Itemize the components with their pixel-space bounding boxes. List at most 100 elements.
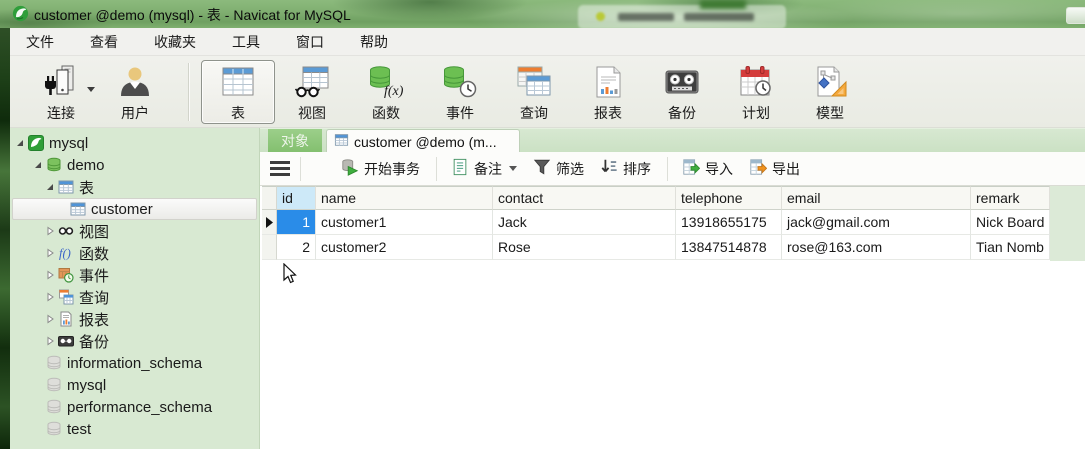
table-icon <box>58 179 75 195</box>
schedule-button[interactable]: 计划 <box>719 60 793 124</box>
tree-item-mysql-schema[interactable]: mysql <box>10 374 259 396</box>
tab-label: customer @demo (m... <box>354 133 497 150</box>
export-icon <box>749 158 768 179</box>
expander-expanded-icon[interactable] <box>14 137 26 149</box>
import-label: 导入 <box>705 160 733 177</box>
sort-label: 排序 <box>623 160 651 177</box>
expander-collapsed-icon[interactable] <box>44 291 56 303</box>
navicat-logo-icon <box>12 5 29 25</box>
column-header-contact[interactable]: contact <box>493 186 676 210</box>
tree-item-demo-database[interactable]: demo <box>10 154 259 176</box>
tabbar: 对象 customer @demo (m... <box>260 128 1085 153</box>
event-icon <box>442 64 478 101</box>
minimize-button[interactable] <box>1066 7 1085 24</box>
model-button[interactable]: 模型 <box>793 60 867 124</box>
connection-dropdown-icon[interactable] <box>87 86 95 92</box>
menu-view[interactable]: 查看 <box>78 28 130 56</box>
table-icon <box>334 133 349 150</box>
queries-button[interactable]: 查询 <box>497 60 571 124</box>
column-header-remark[interactable]: remark <box>971 186 1050 210</box>
user-icon <box>117 64 153 101</box>
tree-item-test-schema[interactable]: test <box>10 418 259 440</box>
expander-collapsed-icon[interactable] <box>44 269 56 281</box>
sort-icon <box>600 158 618 179</box>
tree-item-label: mysql <box>49 134 89 152</box>
tree-item-views-folder[interactable]: 视图 <box>10 220 259 242</box>
grid-corner[interactable] <box>262 186 277 210</box>
row-indicator[interactable] <box>262 235 277 260</box>
views-button[interactable]: 视图 <box>275 60 349 124</box>
expander-collapsed-icon[interactable] <box>44 247 56 259</box>
cell-telephone[interactable]: 13847514878 <box>676 235 782 260</box>
connection-tree: mysql demo 表 customer 视图 f() 函数 事件 查询 报表… <box>10 128 260 449</box>
connection-button[interactable]: 连接 <box>24 60 98 124</box>
menu-tools[interactable]: 工具 <box>220 28 272 56</box>
cell-id[interactable]: 1 <box>277 210 316 235</box>
backup-label: 备份 <box>668 104 696 121</box>
tree-item-label: 备份 <box>79 333 110 351</box>
memo-dropdown-icon[interactable] <box>509 166 517 171</box>
tree-item-reports-folder[interactable]: 报表 <box>10 308 259 330</box>
cell-remark[interactable]: Nick Board <box>971 210 1050 235</box>
desktop-edge <box>0 28 10 449</box>
reports-button[interactable]: 报表 <box>571 60 645 124</box>
expander-collapsed-icon[interactable] <box>44 335 56 347</box>
tree-item-tables-folder[interactable]: 表 <box>10 176 259 198</box>
tables-button[interactable]: 表 <box>201 59 275 124</box>
column-header-id[interactable]: id <box>277 186 316 210</box>
cell-remark[interactable]: Tian Nomb <box>971 235 1050 260</box>
cell-id[interactable]: 2 <box>277 235 316 260</box>
cell-name[interactable]: customer2 <box>316 235 493 260</box>
tab-customer-table[interactable]: customer @demo (m... <box>326 129 520 153</box>
begin-transaction-button[interactable]: 开始事务 <box>333 155 428 183</box>
events-button[interactable]: 事件 <box>423 60 497 124</box>
column-header-name[interactable]: name <box>316 186 493 210</box>
expander-expanded-icon[interactable] <box>32 159 44 171</box>
memo-button[interactable]: 备注 <box>443 155 525 183</box>
import-button[interactable]: 导入 <box>674 155 741 183</box>
menu-icon[interactable] <box>270 161 290 176</box>
row-indicator[interactable] <box>262 210 277 235</box>
cell-telephone[interactable]: 13918655175 <box>676 210 782 235</box>
cell-email[interactable]: jack@gmail.com <box>782 210 971 235</box>
tree-item-events-folder[interactable]: 事件 <box>10 264 259 286</box>
cell-email[interactable]: rose@163.com <box>782 235 971 260</box>
menu-help[interactable]: 帮助 <box>348 28 400 56</box>
menu-window[interactable]: 窗口 <box>284 28 336 56</box>
cell-contact[interactable]: Jack <box>493 210 676 235</box>
reports-label: 报表 <box>594 104 622 121</box>
tree-item-performance-schema[interactable]: performance_schema <box>10 396 259 418</box>
column-header-email[interactable]: email <box>782 186 971 210</box>
cell-contact[interactable]: Rose <box>493 235 676 260</box>
user-button[interactable]: 用户 <box>98 60 172 124</box>
grid-toolbar-separator <box>436 156 437 181</box>
menu-file[interactable]: 文件 <box>14 28 66 56</box>
views-label: 视图 <box>298 104 326 121</box>
tree-item-functions-folder[interactable]: f() 函数 <box>10 242 259 264</box>
expander-placeholder <box>32 423 44 435</box>
tree-item-mysql-connection[interactable]: mysql <box>10 132 259 154</box>
tree-item-queries-folder[interactable]: 查询 <box>10 286 259 308</box>
report-icon <box>58 311 75 327</box>
tree-item-customer-table[interactable]: customer <box>10 198 259 220</box>
expander-collapsed-icon[interactable] <box>44 225 56 237</box>
tree-item-information-schema[interactable]: information_schema <box>10 352 259 374</box>
expander-collapsed-icon[interactable] <box>44 313 56 325</box>
sort-button[interactable]: 排序 <box>592 155 659 183</box>
tree-item-backup-folder[interactable]: 备份 <box>10 330 259 352</box>
column-header-telephone[interactable]: telephone <box>676 186 782 210</box>
grid-toolbar: 开始事务 备注 筛选 排序 导入 导出 <box>260 152 1085 186</box>
svg-text:f(x): f(x) <box>384 84 404 99</box>
functions-button[interactable]: f(x) 函数 <box>349 60 423 124</box>
menu-favorites[interactable]: 收藏夹 <box>142 28 208 56</box>
function-icon: f() <box>58 245 75 261</box>
tables-label: 表 <box>231 104 245 121</box>
memo-icon <box>451 158 469 179</box>
tab-objects[interactable]: 对象 <box>268 129 322 153</box>
expander-expanded-icon[interactable] <box>44 181 56 193</box>
export-button[interactable]: 导出 <box>741 155 808 183</box>
backup-button[interactable]: 备份 <box>645 60 719 124</box>
tree-item-label: 报表 <box>79 311 110 329</box>
filter-button[interactable]: 筛选 <box>525 155 592 183</box>
cell-name[interactable]: customer1 <box>316 210 493 235</box>
